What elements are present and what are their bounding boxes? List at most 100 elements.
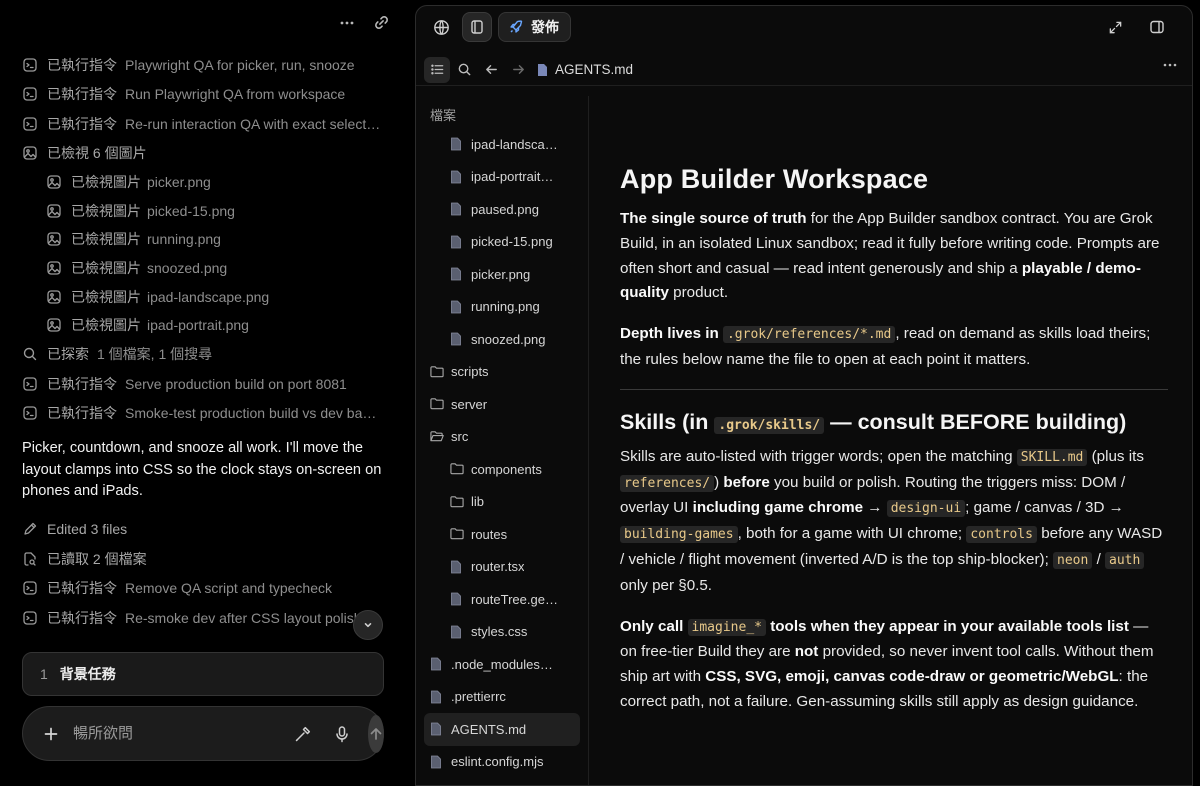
text-run: (plus its — [1087, 447, 1144, 465]
log-item-label: 已檢視圖片 — [71, 288, 141, 305]
inline-code: controls — [966, 526, 1037, 544]
link-icon[interactable] — [373, 14, 390, 31]
log-item-label: 已執行指令 — [47, 115, 117, 132]
log-item-label: 已執行指令 — [47, 580, 117, 597]
tree-file-agents-md[interactable]: AGENTS.md — [424, 713, 580, 746]
send-button[interactable] — [368, 714, 384, 753]
log-item[interactable]: 已檢視圖片 ipad-landscape.png — [22, 282, 392, 311]
globe-button[interactable] — [426, 12, 456, 42]
tree-folder-lib[interactable]: lib — [416, 486, 588, 519]
tree-item-label: scripts — [451, 364, 489, 380]
log-item[interactable]: Edited 3 files — [22, 515, 392, 545]
tree-file-eslint-config-mjs[interactable]: eslint.config.mjs — [416, 746, 588, 779]
log-item-detail: Remove QA script and typecheck — [125, 580, 332, 597]
arrow-right-icon — [512, 65, 524, 74]
image-icon — [46, 203, 62, 219]
tree-item-label: paused.png — [471, 201, 539, 217]
tree-item-label: styles.css — [471, 624, 528, 640]
text-run: — consult BEFORE building) — [824, 409, 1127, 434]
tree-folder-routes[interactable]: routes — [416, 518, 588, 551]
terminal-icon — [22, 405, 38, 421]
toggle-sidebar-button[interactable] — [1142, 12, 1172, 42]
tree-folder-scripts[interactable]: scripts — [416, 356, 588, 389]
bold-text: CSS, SVG, emoji, canvas code-draw or geo… — [705, 668, 1119, 686]
publish-button[interactable]: 發佈 — [498, 12, 571, 42]
log-item-detail: Smoke-test production build vs dev ba… — [125, 405, 377, 422]
log-item[interactable]: 已檢視 6 個圖片 — [22, 139, 392, 169]
tree-folder-src[interactable]: src — [416, 421, 588, 454]
microphone-icon[interactable] — [334, 725, 350, 743]
add-attachment-icon[interactable] — [43, 726, 59, 742]
doc-paragraph: Only call imagine_* tools when they appe… — [620, 615, 1168, 715]
tree-item-label: .node_modules… — [451, 656, 553, 672]
tree-file-ipad-portrait[interactable]: ipad-portrait… — [416, 161, 588, 194]
text-run: , both for a game with UI chrome; — [737, 525, 967, 543]
log-item[interactable]: 已執行指令 Run Playwright QA from workspace — [22, 80, 392, 110]
background-tasks-bar[interactable]: 1 背景任務 — [22, 652, 384, 696]
scroll-down-button[interactable] — [353, 610, 383, 640]
log-item-detail: ipad-portrait.png — [147, 317, 249, 334]
tree-file-ipad-landsca[interactable]: ipad-landsca… — [416, 128, 588, 161]
file-icon — [450, 560, 464, 574]
expand-button[interactable] — [1100, 12, 1130, 42]
tree-file-styles-css[interactable]: styles.css — [416, 616, 588, 649]
text-run: Skills are auto-listed with trigger word… — [620, 447, 1017, 465]
image-icon — [46, 317, 62, 333]
log-item[interactable]: 已執行指令 Re-run interaction QA with exact se… — [22, 109, 392, 139]
tree-file-running-png[interactable]: running.png — [416, 291, 588, 324]
tree-folder-server[interactable]: server — [416, 388, 588, 421]
log-item[interactable]: 已讀取 2 個檔案 — [22, 544, 392, 574]
text-run: / — [1092, 550, 1106, 568]
back-button[interactable] — [478, 57, 504, 83]
log-item[interactable]: 已檢視圖片 snoozed.png — [22, 254, 392, 283]
doc-heading-skills: Skills (in .grok/skills/ — consult BEFOR… — [620, 410, 1168, 435]
image-icon — [46, 260, 62, 276]
message-input[interactable] — [73, 725, 272, 742]
file-icon — [430, 755, 444, 769]
log-item-label: 已探索 — [47, 346, 89, 363]
open-file-name: AGENTS.md — [536, 62, 633, 77]
log-item-detail: Run Playwright QA from workspace — [125, 86, 346, 103]
file-more-button[interactable] — [1162, 57, 1178, 78]
log-item[interactable]: 已執行指令 Smoke-test production build vs dev … — [22, 399, 392, 429]
tree-item-label: components — [471, 461, 542, 477]
forward-button[interactable] — [505, 57, 531, 83]
folder-icon — [430, 397, 444, 411]
search-icon — [458, 63, 470, 76]
preview-toolbar: 發佈 — [416, 6, 1192, 48]
list-view-button[interactable] — [424, 56, 450, 83]
log-item[interactable]: 已執行指令 Serve production build on port 8081 — [22, 369, 392, 399]
more-icon[interactable] — [339, 15, 355, 31]
inline-code: SKILL.md — [1016, 448, 1088, 466]
list-icon — [430, 64, 443, 75]
tree-file-picked-15-png[interactable]: picked-15.png — [416, 226, 588, 259]
log-item-detail: running.png — [147, 231, 221, 248]
tools-icon[interactable] — [294, 725, 312, 743]
tree-file-prettierrc[interactable]: .prettierrc — [416, 681, 588, 714]
tree-file-node-modules[interactable]: .node_modules… — [416, 648, 588, 681]
tree-folder-components[interactable]: components — [416, 453, 588, 486]
log-item[interactable]: 已執行指令 Remove QA script and typecheck — [22, 574, 392, 604]
tree-file-router-tsx[interactable]: router.tsx — [416, 551, 588, 584]
log-item[interactable]: 已檢視圖片 ipad-portrait.png — [22, 311, 392, 340]
log-item[interactable]: 已檢視圖片 running.png — [22, 225, 392, 254]
log-item[interactable]: 已執行指令 Playwright QA for picker, run, snoo… — [22, 50, 392, 80]
code-view-button[interactable] — [462, 12, 492, 42]
tree-file-routetree-ge[interactable]: routeTree.ge… — [416, 583, 588, 616]
log-item[interactable]: 已執行指令 Re-smoke dev after CSS layout polis… — [22, 603, 392, 633]
log-item[interactable]: 已探索 1 個檔案, 1 個搜尋 — [22, 340, 392, 370]
inline-code: neon — [1053, 551, 1093, 569]
tree-file-paused-png[interactable]: paused.png — [416, 193, 588, 226]
log-item-label: 已執行指令 — [47, 86, 117, 103]
log-item[interactable]: 已檢視圖片 picked-15.png — [22, 197, 392, 226]
globe-icon — [433, 19, 449, 35]
terminal-icon — [22, 376, 38, 392]
terminal-icon — [22, 580, 38, 596]
tree-item-label: running.png — [471, 299, 540, 315]
text-run: ) — [714, 473, 724, 491]
log-item[interactable]: 已檢視圖片 picker.png — [22, 168, 392, 197]
tree-file-snoozed-png[interactable]: snoozed.png — [416, 323, 588, 356]
search-files-button[interactable] — [451, 57, 477, 83]
file-icon — [450, 202, 464, 216]
tree-file-picker-png[interactable]: picker.png — [416, 258, 588, 291]
